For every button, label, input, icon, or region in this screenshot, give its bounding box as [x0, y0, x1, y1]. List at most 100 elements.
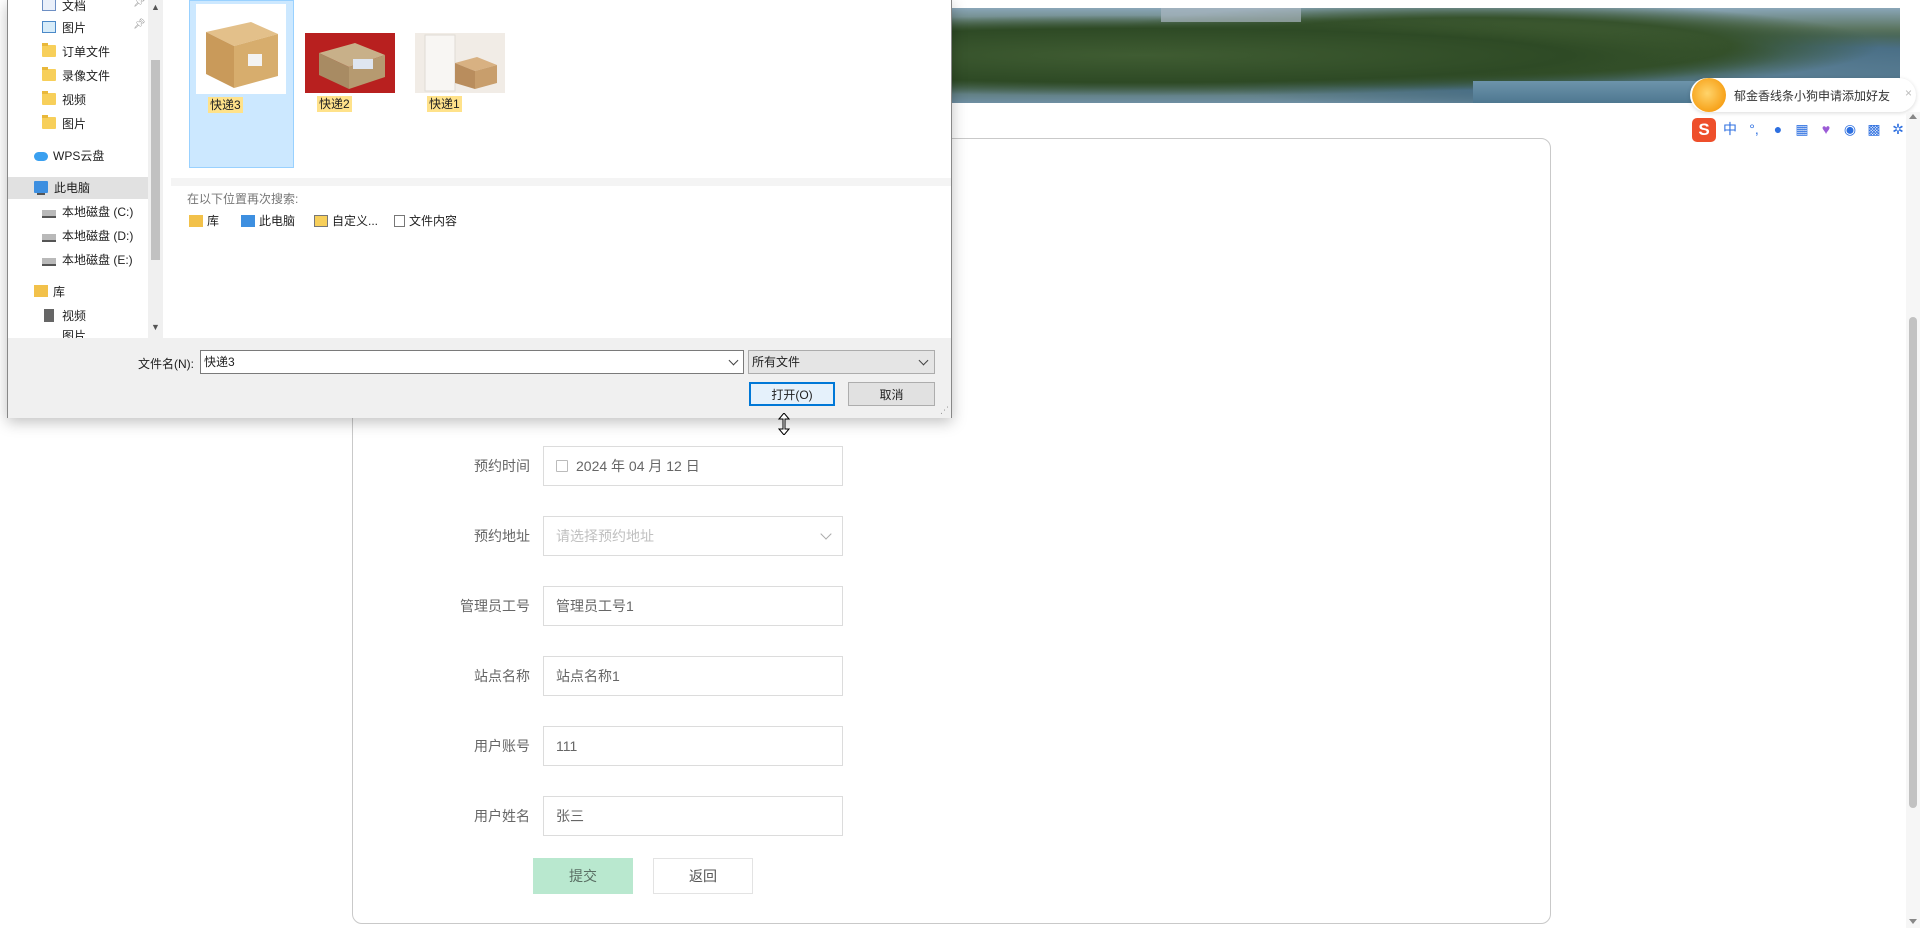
calendar-icon [556, 460, 568, 472]
file-tile-express2[interactable]: 快递2 [299, 0, 404, 168]
filename-value: 快递3 [204, 355, 235, 369]
search-custom-link[interactable]: 自定义... [314, 212, 378, 229]
file-tile-express3[interactable]: 快递3 [189, 0, 294, 168]
pin-icon: 📌︎ [133, 19, 146, 30]
open-button[interactable]: 打开(O) [749, 382, 835, 406]
sogou-logo-icon[interactable]: S [1692, 118, 1716, 142]
appointment-time-label: 预约时间 [474, 458, 530, 474]
nav-item-library-videos[interactable]: 视频 [42, 305, 86, 327]
appointment-address-select[interactable]: 请选择预约地址 [543, 516, 843, 556]
drive-icon [42, 258, 56, 266]
banner-building [1160, 8, 1301, 22]
appointment-date-value: 2024 年 04 月 12 日 [576, 458, 700, 474]
package-thumbnail-image [415, 33, 505, 93]
custom-folder-icon [314, 215, 328, 227]
form-row-user-name: 用户姓名 张三 [0, 796, 900, 836]
folder-icon [42, 67, 56, 81]
toast-message: 郁金香线条小狗申请添加好友 [1734, 89, 1891, 103]
search-again-panel: 在以下位置再次搜索: 库 此电脑 自定义... 文件内容 [171, 178, 951, 346]
dialog-bottom-bar: 文件名(N): 快递3 所有文件 打开(O) 取消 ⋰ [8, 338, 951, 418]
nav-item-pictures-folder[interactable]: 图片 [42, 113, 86, 135]
user-name-label: 用户姓名 [474, 808, 530, 824]
search-this-pc-link[interactable]: 此电脑 [241, 212, 295, 229]
nav-item-drive-c[interactable]: 本地磁盘 (C:) [42, 201, 133, 223]
back-button[interactable]: 返回 [653, 858, 753, 894]
file-name-label: 快递2 [317, 96, 352, 112]
submit-button[interactable]: 提交 [533, 858, 633, 894]
search-library-link[interactable]: 库 [189, 212, 219, 229]
appointment-date-input[interactable]: 2024 年 04 月 12 日 [543, 446, 843, 486]
file-list-area: 快递3 快递2 快递1 在以下位置再次搜索: 库 此电脑 自定义... 文件内容 [171, 0, 951, 338]
library-icon [189, 215, 203, 227]
nav-item-drive-e[interactable]: 本地磁盘 (E:) [42, 249, 133, 271]
nav-item-drive-d[interactable]: 本地磁盘 (D:) [42, 225, 133, 247]
resize-cursor-icon [778, 413, 790, 435]
chinese-mode-toggle[interactable]: 中 [1722, 121, 1738, 137]
user-name-input[interactable]: 张三 [543, 796, 843, 836]
nav-item-library-pictures[interactable]: 图片 [42, 327, 86, 338]
punctuation-icon[interactable]: °, [1746, 121, 1762, 137]
nav-item-documents[interactable]: 文档 [42, 0, 86, 17]
ime-notification-toast[interactable]: 郁金香线条小狗申请添加好友 × [1690, 78, 1916, 112]
document-icon [394, 215, 405, 227]
cloud-icon [34, 152, 48, 161]
video-icon [44, 309, 54, 322]
package-thumbnail-image [196, 4, 286, 94]
user-account-input[interactable]: 111 [543, 726, 843, 766]
ime-toolbar: S 中 °, ● ▦ ♥ ◉ ▩ ✲ [1692, 118, 1920, 142]
nav-item-recording-files[interactable]: 录像文件 [42, 65, 110, 87]
cancel-button[interactable]: 取消 [848, 382, 935, 406]
close-icon[interactable]: × [1905, 86, 1912, 100]
form-row-appointment-time: 预约时间 2024 年 04 月 12 日 [0, 446, 900, 486]
keyboard-icon[interactable]: ▦ [1794, 121, 1810, 137]
nav-item-wps-cloud[interactable]: WPS云盘 [34, 145, 104, 167]
station-name-label: 站点名称 [474, 668, 530, 684]
file-tile-express1[interactable]: 快递1 [409, 0, 514, 168]
address-placeholder: 请选择预约地址 [556, 528, 654, 544]
file-type-select[interactable]: 所有文件 [748, 350, 935, 374]
user-account-label: 用户账号 [474, 738, 530, 754]
nav-item-library[interactable]: 库 [34, 281, 65, 303]
scroll-up-icon[interactable] [1909, 114, 1917, 119]
admin-id-label: 管理员工号 [460, 598, 530, 614]
file-type-value: 所有文件 [752, 355, 801, 369]
pin-icon: 📌︎ [133, 0, 146, 8]
form-row-station-name: 站点名称 站点名称1 [0, 656, 900, 696]
microphone-icon[interactable]: ● [1770, 121, 1786, 137]
appointment-address-label: 预约地址 [474, 528, 530, 544]
skin-icon[interactable]: ♥ [1818, 121, 1834, 137]
nav-item-pictures-pinned[interactable]: 图片 [42, 17, 86, 39]
chevron-down-icon[interactable]: ▼ [151, 322, 160, 332]
package-thumbnail-image [305, 33, 395, 93]
computer-icon [34, 181, 48, 195]
station-name-input[interactable]: 站点名称1 [543, 656, 843, 696]
library-icon [34, 285, 48, 297]
filename-label: 文件名(N): [138, 357, 194, 371]
nav-item-this-pc[interactable]: 此电脑 [8, 177, 148, 199]
navigation-pane: 文档 📌︎ 图片 📌︎ 订单文件 录像文件 视频 图片 WPS云盘 此电脑 本地… [8, 0, 163, 338]
drive-icon [42, 210, 56, 218]
chevron-down-icon [918, 355, 929, 366]
scrollbar-thumb[interactable] [1909, 317, 1917, 808]
settings-icon[interactable]: ✲ [1890, 121, 1906, 137]
form-row-appointment-address: 预约地址 请选择预约地址 [0, 516, 900, 556]
form-row-admin-id: 管理员工号 管理员工号1 [0, 586, 900, 626]
page-scrollbar[interactable] [1906, 112, 1920, 928]
chevron-up-icon[interactable]: ▲ [151, 2, 160, 12]
file-name-label: 快递1 [427, 96, 462, 112]
nav-item-videos-folder[interactable]: 视频 [42, 89, 86, 111]
scrollbar-thumb[interactable] [151, 60, 160, 260]
grid-icon[interactable]: ▩ [1866, 121, 1882, 137]
scroll-down-icon[interactable] [1909, 919, 1917, 924]
resize-grip-icon[interactable]: ⋰ [940, 405, 949, 416]
filename-input[interactable]: 快递3 [200, 350, 744, 374]
search-file-contents-link[interactable]: 文件内容 [394, 212, 457, 229]
chevron-down-icon [820, 528, 832, 540]
game-icon[interactable]: ◉ [1842, 121, 1858, 137]
chevron-down-icon[interactable] [728, 355, 739, 366]
nav-item-order-files[interactable]: 订单文件 [42, 41, 110, 63]
file-name-label: 快递3 [208, 97, 243, 113]
folder-icon [42, 43, 56, 57]
navigation-scrollbar[interactable]: ▲ ▼ [148, 0, 163, 338]
admin-id-input[interactable]: 管理员工号1 [543, 586, 843, 626]
